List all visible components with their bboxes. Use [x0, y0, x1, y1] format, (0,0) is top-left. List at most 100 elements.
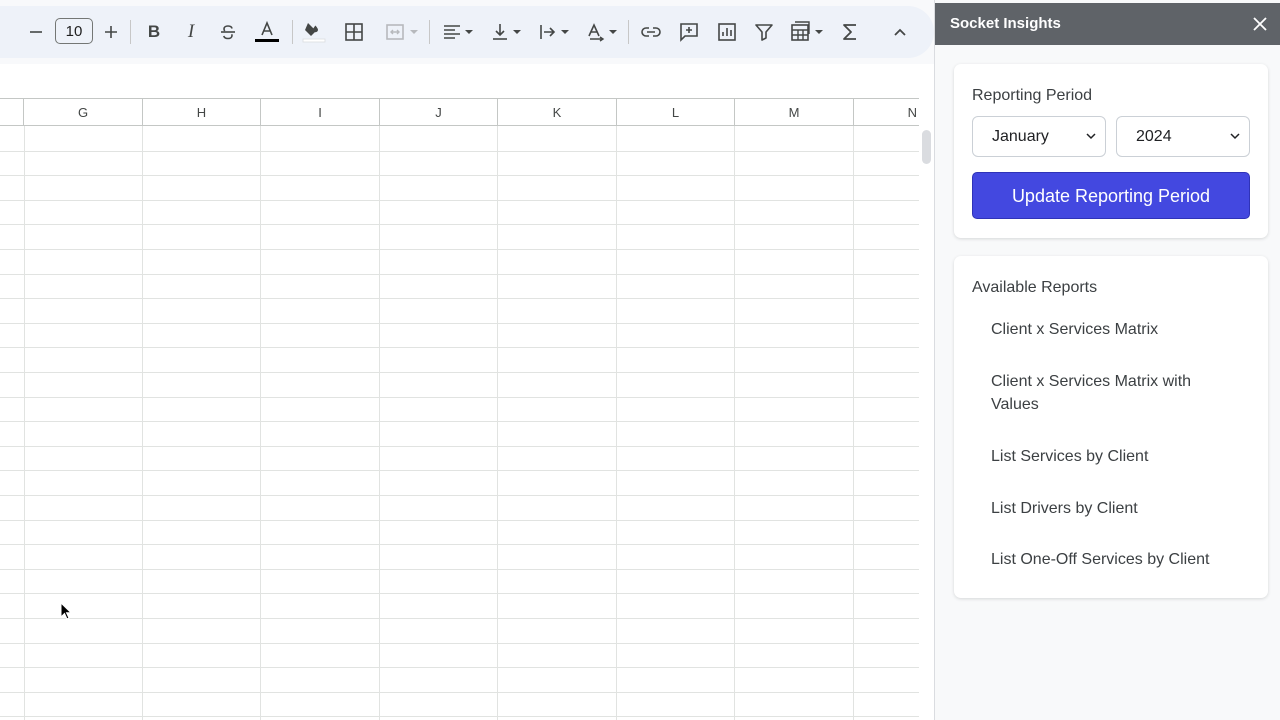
close-icon	[1253, 17, 1267, 31]
comment-add-icon	[680, 23, 698, 42]
row-gridline	[0, 421, 919, 422]
column-gridline	[616, 126, 617, 720]
create-filter-button[interactable]	[750, 14, 778, 50]
paint-bucket-icon	[302, 23, 326, 43]
row-gridline	[0, 224, 919, 225]
row-gridline	[0, 446, 919, 447]
close-sidebar-button[interactable]	[1247, 11, 1273, 37]
functions-button[interactable]	[836, 14, 864, 50]
row-gridline	[0, 544, 919, 545]
minus-icon	[30, 31, 42, 33]
column-gridline	[497, 126, 498, 720]
grid-cells[interactable]	[0, 126, 919, 720]
sidebar-title: Socket Insights	[950, 15, 1061, 32]
fill-color-button[interactable]	[300, 14, 328, 50]
row-gridline	[0, 347, 919, 348]
row-gridline	[0, 175, 919, 176]
column-header-m[interactable]: M	[735, 99, 854, 125]
row-gridline	[0, 643, 919, 644]
toolbar-divider	[628, 20, 629, 44]
row-gridline	[0, 716, 919, 717]
plus-icon	[105, 26, 117, 38]
column-header-n[interactable]: N	[854, 99, 919, 125]
bold-button[interactable]: B	[141, 14, 167, 50]
column-header-i[interactable]: I	[261, 99, 380, 125]
column-header-j[interactable]: J	[380, 99, 498, 125]
hide-menus-button[interactable]	[886, 14, 914, 50]
row-gridline	[0, 397, 919, 398]
text-rotation-button[interactable]	[582, 14, 622, 50]
insert-comment-button[interactable]	[675, 14, 703, 50]
row-gridline	[0, 372, 919, 373]
table-views-button[interactable]	[786, 14, 828, 50]
italic-button[interactable]: I	[178, 14, 204, 50]
report-link-drivers-by-client[interactable]: List Drivers by Client	[991, 497, 1241, 520]
report-link-services-by-client[interactable]: List Services by Client	[991, 445, 1241, 468]
column-header-partial[interactable]	[0, 99, 24, 125]
report-link-one-off-services-by-client[interactable]: List One-Off Services by Client	[991, 548, 1241, 571]
link-icon	[641, 27, 661, 37]
insert-link-button[interactable]	[637, 14, 665, 50]
toolbar-divider	[292, 20, 293, 44]
row-gridline	[0, 274, 919, 275]
increase-font-size-button[interactable]	[99, 14, 123, 50]
vertical-scrollbar[interactable]	[919, 126, 934, 720]
report-link-client-services-matrix-values[interactable]: Client x Services Matrix with Values	[991, 370, 1241, 416]
row-gridline	[0, 298, 919, 299]
column-header-k[interactable]: K	[498, 99, 617, 125]
row-gridline	[0, 569, 919, 570]
text-wrapping-button[interactable]	[534, 14, 574, 50]
chevron-down-icon	[1230, 133, 1240, 140]
dropdown-arrow-icon	[609, 30, 617, 34]
row-gridline	[0, 692, 919, 693]
merge-cells-button[interactable]	[378, 14, 426, 50]
horizontal-align-button[interactable]	[438, 14, 478, 50]
toolbar: B I	[0, 0, 934, 64]
column-gridline	[379, 126, 380, 720]
filter-icon	[755, 24, 773, 41]
decrease-font-size-button[interactable]	[24, 14, 48, 50]
text-color-icon	[255, 20, 279, 42]
font-size-input[interactable]	[55, 18, 93, 44]
column-gridline	[853, 126, 854, 720]
borders-button[interactable]	[340, 14, 368, 50]
row-gridline	[0, 593, 919, 594]
align-bottom-icon	[493, 24, 507, 40]
strikethrough-icon	[221, 25, 235, 40]
align-left-icon	[444, 25, 460, 39]
row-gridline	[0, 151, 919, 152]
dropdown-arrow-icon	[815, 30, 823, 34]
vertical-align-button[interactable]	[486, 14, 526, 50]
column-gridline	[734, 126, 735, 720]
month-select[interactable]: January	[972, 116, 1106, 157]
year-select[interactable]: 2024	[1116, 116, 1250, 157]
text-wrap-icon	[540, 25, 556, 39]
update-reporting-period-button[interactable]: Update Reporting Period	[972, 172, 1250, 219]
column-gridline	[142, 126, 143, 720]
month-select-value: January	[992, 128, 1049, 145]
chevron-down-icon	[1086, 133, 1096, 140]
toolbar-divider	[429, 20, 430, 44]
socket-insights-sidebar: Socket Insights Reporting Period January…	[934, 0, 1280, 720]
row-gridline	[0, 470, 919, 471]
mouse-cursor-icon	[60, 602, 73, 620]
column-header-g[interactable]: G	[24, 99, 143, 125]
reporting-period-card: Reporting Period January 2024 Update Rep…	[954, 64, 1268, 238]
insert-chart-button[interactable]	[713, 14, 741, 50]
year-select-value: 2024	[1136, 128, 1172, 145]
text-color-button[interactable]	[252, 14, 282, 50]
available-reports-card: Available Reports Client x Services Matr…	[954, 256, 1268, 598]
italic-icon: I	[187, 21, 195, 42]
row-gridline	[0, 520, 919, 521]
column-header-row: G H I J K L M N	[0, 98, 919, 126]
spreadsheet-grid[interactable]: G H I J K L M N	[0, 64, 934, 720]
dropdown-arrow-icon	[513, 30, 521, 34]
column-header-l[interactable]: L	[617, 99, 735, 125]
row-gridline	[0, 667, 919, 668]
strikethrough-button[interactable]	[215, 14, 241, 50]
column-header-h[interactable]: H	[143, 99, 261, 125]
table-icon	[791, 21, 810, 41]
vertical-scrollbar-thumb[interactable]	[922, 130, 931, 164]
report-link-client-services-matrix[interactable]: Client x Services Matrix	[991, 318, 1241, 341]
column-gridline	[24, 126, 25, 720]
